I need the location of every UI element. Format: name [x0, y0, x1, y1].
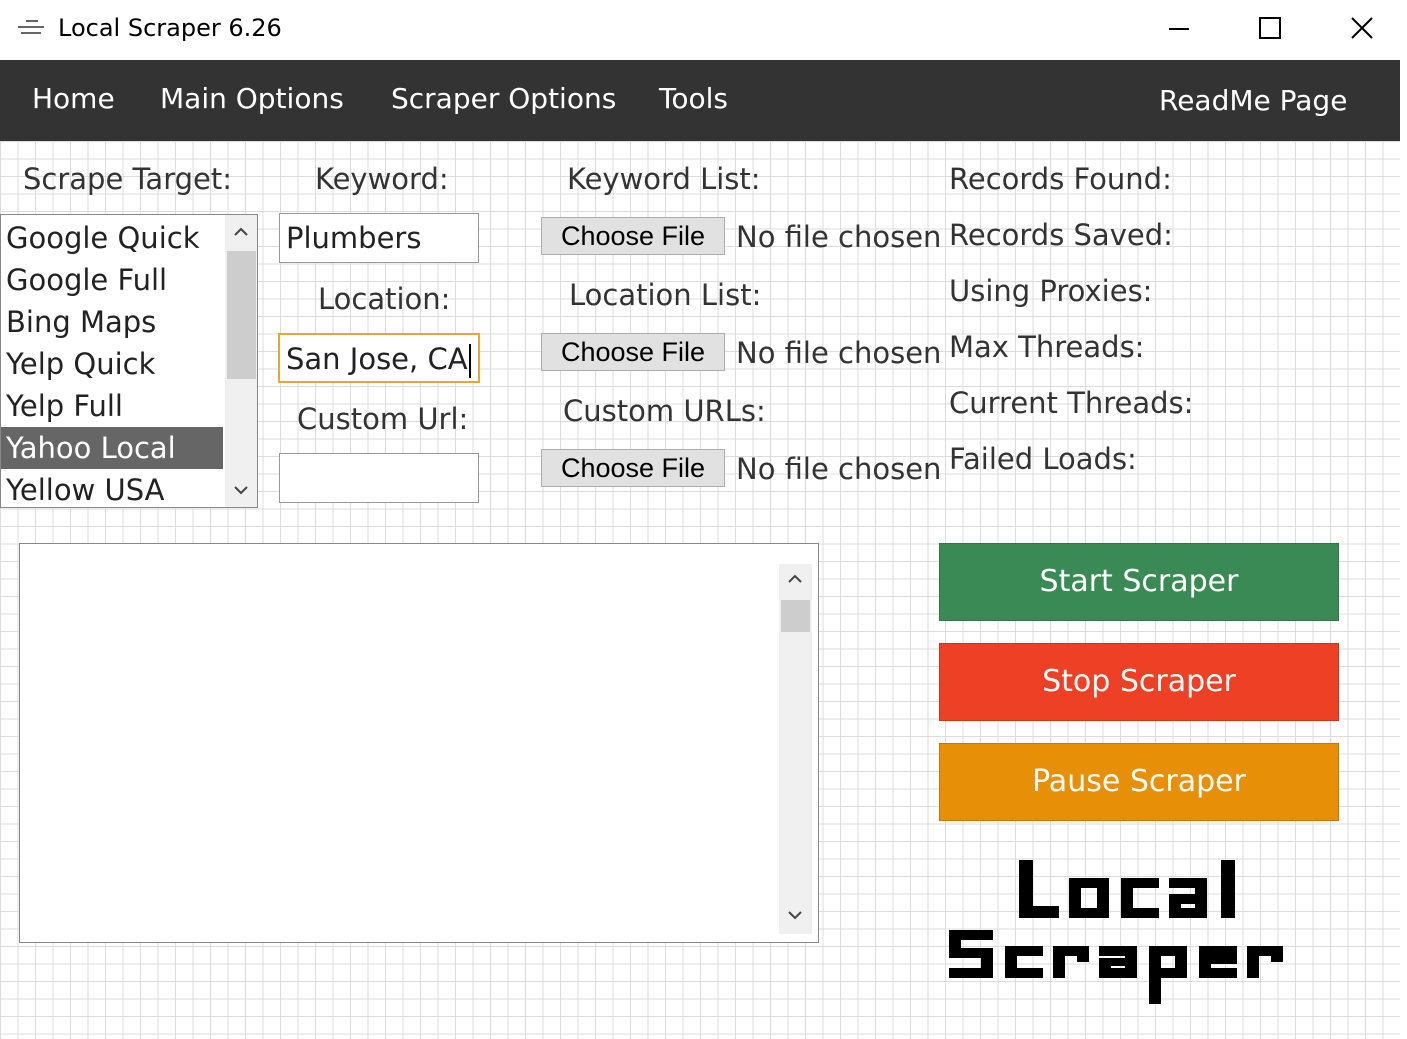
stop-scraper-button[interactable]: Stop Scraper [939, 643, 1339, 721]
custom-urls-label: Custom URLs: [563, 394, 766, 428]
custom-urls-status: No file chosen [736, 452, 942, 486]
list-item[interactable]: Yelp Quick [1, 343, 223, 385]
keyword-list-choose-file-button[interactable]: Choose File [541, 217, 725, 255]
list-item[interactable]: Google Full [1, 259, 223, 301]
pause-scraper-button[interactable]: Pause Scraper [939, 743, 1339, 821]
menu-scraper-options[interactable]: Scraper Options [391, 82, 616, 115]
location-input-value: San Jose, CA [286, 342, 468, 376]
list-item[interactable]: Yelp Full [1, 385, 223, 427]
menu-main-options[interactable]: Main Options [160, 82, 344, 115]
keyword-list-status: No file chosen [736, 220, 942, 254]
minimize-icon[interactable] [1134, 0, 1224, 56]
title-bar: Local Scraper 6.26 [0, 0, 1407, 60]
location-list-choose-file-button[interactable]: Choose File [541, 333, 725, 371]
failed-loads-label: Failed Loads: [949, 442, 1137, 476]
chevron-down-icon[interactable] [788, 910, 802, 920]
local-scraper-logo [949, 860, 1283, 1004]
list-item[interactable]: Yellow USA [1, 469, 223, 507]
using-proxies-label: Using Proxies: [949, 274, 1153, 308]
list-item[interactable]: Google Quick [1, 217, 223, 259]
custom-urls-choose-file-button[interactable]: Choose File [541, 449, 725, 487]
records-found-label: Records Found: [949, 162, 1172, 196]
records-saved-label: Records Saved: [949, 218, 1173, 252]
location-input[interactable]: San Jose, CA [278, 333, 480, 383]
close-icon[interactable] [1316, 0, 1406, 56]
start-scraper-button[interactable]: Start Scraper [939, 543, 1339, 621]
scrape-target-label: Scrape Target: [23, 162, 233, 196]
custom-url-label: Custom Url: [297, 402, 469, 436]
scrollbar-thumb[interactable] [781, 600, 810, 632]
listbox-scrollbar[interactable] [225, 215, 257, 507]
keyword-input[interactable]: Plumbers [279, 213, 479, 263]
keyword-list-label: Keyword List: [567, 162, 761, 196]
list-item[interactable]: Bing Maps [1, 301, 223, 343]
custom-url-input[interactable] [279, 453, 479, 503]
output-scrollbar[interactable] [779, 564, 812, 934]
location-list-status: No file chosen [736, 336, 942, 370]
app-icon [18, 20, 44, 38]
menu-bar: Home Main Options Scraper Options Tools … [0, 60, 1400, 141]
max-threads-label: Max Threads: [949, 330, 1145, 364]
menu-tools[interactable]: Tools [659, 82, 728, 115]
output-log-textarea[interactable] [19, 543, 819, 943]
chevron-up-icon[interactable] [234, 227, 248, 237]
list-item-selected[interactable]: Yahoo Local [1, 427, 223, 469]
location-label: Location: [318, 282, 451, 316]
menu-readme[interactable]: ReadMe Page [1159, 84, 1347, 117]
scrape-target-listbox[interactable]: Google Quick Google Full Bing Maps Yelp … [0, 214, 258, 508]
chevron-up-icon[interactable] [788, 574, 802, 584]
chevron-down-icon[interactable] [234, 485, 248, 495]
maximize-icon[interactable] [1224, 0, 1314, 56]
window-title: Local Scraper 6.26 [58, 14, 282, 42]
scrollbar-thumb[interactable] [227, 251, 256, 379]
location-list-label: Location List: [569, 278, 762, 312]
current-threads-label: Current Threads: [949, 386, 1194, 420]
keyword-label: Keyword: [315, 162, 449, 196]
text-caret [468, 344, 471, 378]
menu-home[interactable]: Home [32, 82, 115, 115]
